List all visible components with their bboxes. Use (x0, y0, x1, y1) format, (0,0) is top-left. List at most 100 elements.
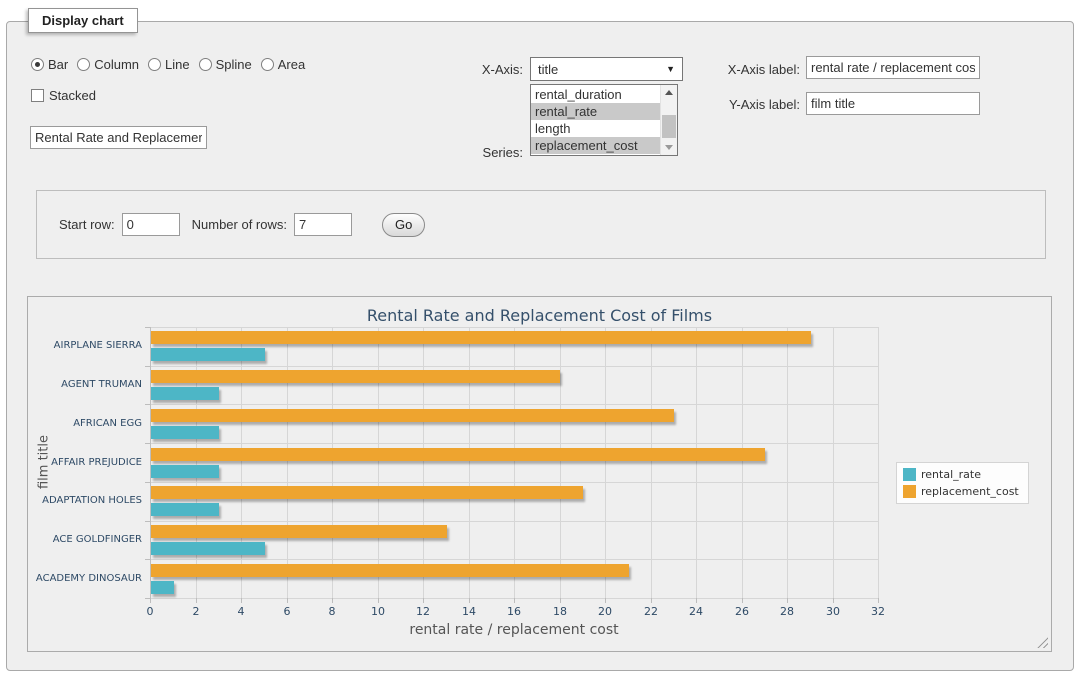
legend-label: replacement_cost (921, 485, 1019, 498)
chart-legend: rental_rate replacement_cost (896, 462, 1029, 504)
chart-type-option-column[interactable]: Column (77, 57, 139, 72)
resize-handle-icon[interactable] (1037, 637, 1048, 648)
chart-type-label: Area (278, 57, 305, 72)
gridline (696, 327, 697, 598)
gridline (514, 327, 515, 598)
x-tick-label: 28 (780, 605, 794, 618)
x-tick-label: 0 (147, 605, 154, 618)
bar-replacement_cost-2[interactable] (151, 409, 674, 422)
gridline (878, 327, 879, 598)
x-tick-label: 4 (238, 605, 245, 618)
chart-title-input[interactable] (30, 126, 207, 149)
radio-icon[interactable] (31, 58, 44, 71)
gridline (423, 327, 424, 598)
axis-tick (787, 598, 788, 603)
radio-icon[interactable] (148, 58, 161, 71)
gridline (196, 327, 197, 598)
chevron-down-icon: ▼ (666, 64, 675, 74)
chart-type-label: Column (94, 57, 139, 72)
gridline (378, 327, 379, 598)
legend-item-rental_rate[interactable]: rental_rate (903, 468, 1019, 481)
x-tick-label: 18 (553, 605, 567, 618)
axis-tick (560, 598, 561, 603)
legend-swatch (903, 468, 916, 481)
axis-tick (651, 598, 652, 603)
bar-replacement_cost-1[interactable] (151, 370, 560, 383)
bar-rental_rate-0[interactable] (151, 348, 265, 361)
x-tick-label: 12 (416, 605, 430, 618)
chart-type-option-area[interactable]: Area (261, 57, 305, 72)
series-option-length[interactable]: length (531, 120, 660, 137)
scroll-down-icon[interactable] (661, 140, 677, 155)
axis-tick (469, 598, 470, 603)
stacked-label: Stacked (49, 88, 96, 103)
scroll-up-icon[interactable] (661, 85, 677, 100)
bar-rental_rate-6[interactable] (151, 581, 174, 594)
row-controls-panel: Start row: Number of rows: Go (36, 190, 1046, 259)
axis-tick (145, 521, 150, 522)
category-label: ACE GOLDFINGER (28, 534, 142, 545)
plot-area (150, 327, 878, 598)
axis-tick (287, 598, 288, 603)
axis-tick (742, 598, 743, 603)
go-button[interactable]: Go (382, 213, 425, 237)
chart-type-label: Bar (48, 57, 68, 72)
bar-rental_rate-4[interactable] (151, 503, 219, 516)
radio-icon[interactable] (261, 58, 274, 71)
axis-tick (150, 598, 151, 603)
x-tick-label: 30 (826, 605, 840, 618)
bar-replacement_cost-0[interactable] (151, 331, 811, 344)
category-label: AIRPLANE SIERRA (28, 340, 142, 351)
stacked-checkbox[interactable] (31, 89, 44, 102)
number-of-rows-input[interactable] (294, 213, 352, 236)
x-tick-label: 24 (689, 605, 703, 618)
series-scrollbar[interactable] (660, 85, 677, 155)
axis-tick (145, 482, 150, 483)
x-tick-label: 8 (329, 605, 336, 618)
legend-swatch (903, 485, 916, 498)
bar-rental_rate-5[interactable] (151, 542, 265, 555)
chart-type-option-line[interactable]: Line (148, 57, 190, 72)
radio-icon[interactable] (77, 58, 90, 71)
x-tick-label: 22 (644, 605, 658, 618)
axis-tick (878, 598, 879, 603)
gridline (787, 327, 788, 598)
bar-replacement_cost-4[interactable] (151, 486, 583, 499)
series-option-replacement_cost[interactable]: replacement_cost (531, 137, 660, 154)
bar-rental_rate-2[interactable] (151, 426, 219, 439)
series-option-rental_duration[interactable]: rental_duration (531, 86, 660, 103)
x-axis-select[interactable]: title ▼ (530, 57, 683, 81)
scrollbar-thumb[interactable] (662, 115, 676, 138)
chart-type-option-bar[interactable]: Bar (31, 57, 68, 72)
chart-type-option-spline[interactable]: Spline (199, 57, 252, 72)
y-axis-label-input[interactable] (806, 92, 980, 115)
series-option-rental_rate[interactable]: rental_rate (531, 103, 660, 120)
x-axis-label-input[interactable] (806, 56, 980, 79)
start-row-input[interactable] (122, 213, 180, 236)
gridline (469, 327, 470, 598)
start-row-label: Start row: (59, 217, 115, 232)
y-axis-title: film title (37, 435, 52, 489)
x-tick-label: 16 (507, 605, 521, 618)
gridline (742, 327, 743, 598)
x-axis-select-label: X-Axis: (440, 62, 523, 77)
series-multiselect[interactable]: rental_durationrental_ratelengthreplacem… (530, 84, 678, 156)
y-axis-label-label: Y-Axis label: (688, 97, 800, 112)
number-of-rows-label: Number of rows: (192, 217, 287, 232)
gridline (241, 327, 242, 598)
x-axis-title: rental rate / replacement cost (150, 622, 878, 638)
bar-replacement_cost-5[interactable] (151, 525, 447, 538)
panel-title: Display chart (28, 8, 138, 33)
bar-rental_rate-1[interactable] (151, 387, 219, 400)
x-tick-label: 2 (193, 605, 200, 618)
gridline (332, 327, 333, 598)
legend-item-replacement_cost[interactable]: replacement_cost (903, 485, 1019, 498)
axis-tick (241, 598, 242, 603)
radio-icon[interactable] (199, 58, 212, 71)
bar-rental_rate-3[interactable] (151, 465, 219, 478)
bar-replacement_cost-6[interactable] (151, 564, 629, 577)
x-tick-label: 14 (462, 605, 476, 618)
axis-tick (605, 598, 606, 603)
bar-replacement_cost-3[interactable] (151, 448, 765, 461)
x-tick-label: 32 (871, 605, 885, 618)
